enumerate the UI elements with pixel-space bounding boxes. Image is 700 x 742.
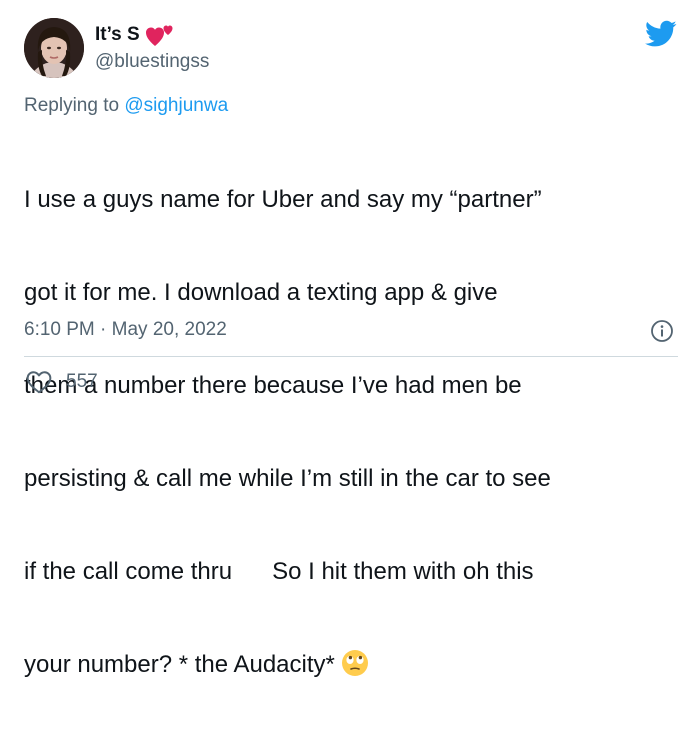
tweet-text-line: them a number there because I’ve had men… <box>24 372 522 399</box>
tweet-text-line: got it for me. I download a texting app … <box>24 279 498 306</box>
like-count: 557 <box>66 371 98 392</box>
avatar[interactable] <box>24 18 84 78</box>
divider <box>24 356 678 357</box>
heart-outline-icon[interactable] <box>26 370 52 394</box>
tweet-card: It’s S @bluestingss Replying to @sighjun… <box>0 0 700 678</box>
replying-to: Replying to @sighjunwa <box>24 94 228 118</box>
tweet-text-line: your number? * the Audacity* <box>24 651 335 678</box>
tweet-text: I use a guys name for Uber and say my “p… <box>24 122 684 742</box>
author-handle[interactable]: @bluestingss <box>95 50 209 74</box>
reply-to-handle-link[interactable]: @sighjunwa <box>124 95 228 116</box>
display-name[interactable]: It’s S <box>95 23 140 47</box>
info-icon[interactable] <box>650 319 674 343</box>
twitter-bird-icon[interactable] <box>645 20 677 48</box>
replying-to-label: Replying to <box>24 95 125 116</box>
like-action[interactable]: 557 <box>26 370 98 394</box>
author-name-row[interactable]: It’s S <box>95 22 176 48</box>
tweet-text-last-line: your number? * the Audacity* <box>24 649 684 680</box>
tweet-text-line: I use a guys name for Uber and say my “p… <box>24 186 542 213</box>
face-with-rolling-eyes-emoji <box>341 650 368 676</box>
tweet-timestamp[interactable]: 6:10 PM · May 20, 2022 <box>24 318 227 342</box>
tweet-text-line: if the call come thru So I hit them with… <box>24 558 534 585</box>
two-hearts-icon <box>145 25 173 46</box>
tweet-text-line: persisting & call me while I’m still in … <box>24 465 551 492</box>
profile-photo <box>24 18 84 78</box>
